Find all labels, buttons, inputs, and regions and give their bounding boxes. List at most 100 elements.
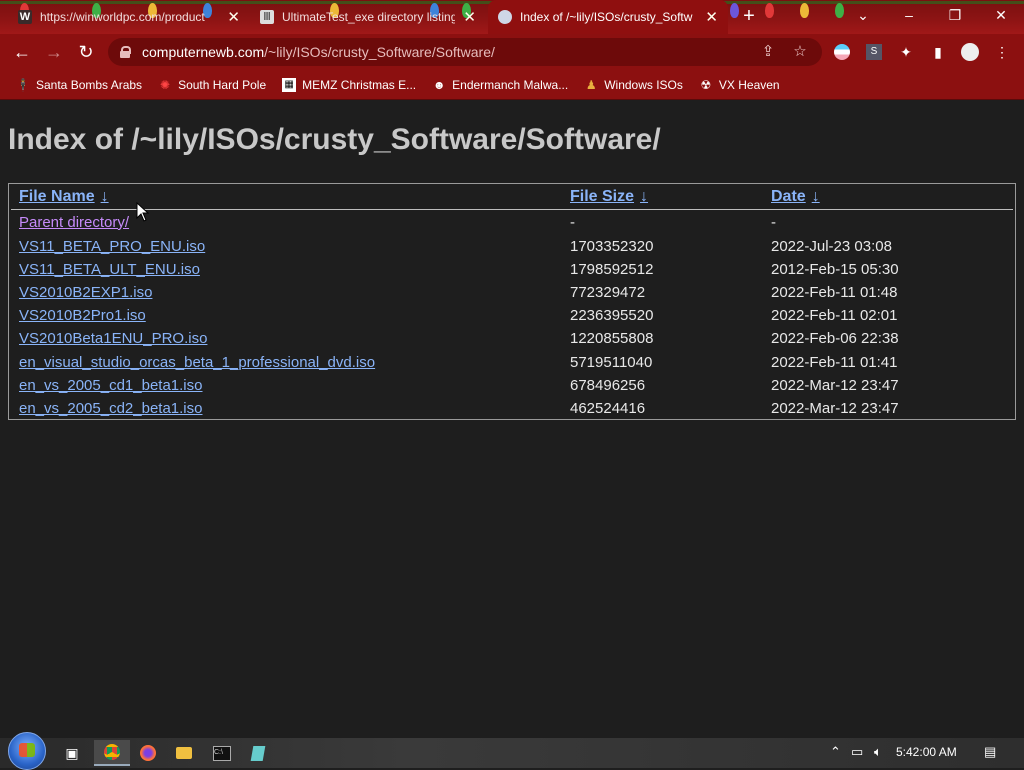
- santa-icon: 🕴: [15, 77, 31, 92]
- bookmark-label: Windows ISOs: [604, 77, 683, 92]
- start-orb-icon[interactable]: [8, 732, 46, 770]
- light-bulb: [730, 3, 739, 18]
- file-link[interactable]: en_vs_2005_cd2_beta1.iso: [19, 400, 203, 417]
- bookmark-star-icon[interactable]: ☆: [792, 44, 808, 60]
- page-content: Index of /~lily/ISOs/crusty_Software/Sof…: [0, 101, 1024, 738]
- file-explorer-icon[interactable]: [166, 740, 202, 766]
- address-bar[interactable]: computernewb.com/~lily/ISOs/crusty_Softw…: [108, 38, 822, 66]
- browser-toolbar: ← → ↻ computernewb.com/~lily/ISOs/crusty…: [0, 34, 1024, 70]
- file-link[interactable]: VS2010B2Pro1.iso: [19, 307, 146, 324]
- tab-index-of[interactable]: Index of /~lily/ISOs/crusty_Softw ✕: [488, 0, 728, 34]
- file-link[interactable]: en_vs_2005_cd1_beta1.iso: [19, 377, 203, 394]
- firefox-icon[interactable]: [130, 740, 166, 766]
- side-panel-icon[interactable]: ▮: [928, 42, 948, 62]
- show-hidden-icons-icon[interactable]: ⌃: [830, 744, 841, 760]
- close-tab-icon[interactable]: ✕: [705, 8, 718, 26]
- bookmark-memz-christmas[interactable]: ▦ MEMZ Christmas E...: [282, 77, 416, 92]
- terminal-icon[interactable]: C:\: [204, 740, 240, 766]
- bookmark-endermanch-malware[interactable]: ☻ Endermanch Malwa...: [432, 78, 568, 92]
- parent-directory-link[interactable]: Parent directory/: [19, 214, 129, 231]
- mouse-cursor-icon: [136, 202, 150, 222]
- close-tab-icon[interactable]: ✕: [463, 8, 476, 26]
- extension-s-icon[interactable]: S: [864, 42, 884, 62]
- table-row: VS2010B2EXP1.iso 772329472 2022-Feb-11 0…: [11, 281, 1013, 304]
- light-bulb: [765, 3, 774, 18]
- forward-arrow-icon[interactable]: →: [42, 40, 66, 64]
- file-name-cell: VS11_BETA_PRO_ENU.iso: [11, 235, 562, 258]
- date-cell: 2022-Mar-12 23:47: [771, 399, 899, 417]
- task-view-icon[interactable]: ▣: [54, 740, 90, 766]
- minimize-icon[interactable]: –: [886, 0, 932, 30]
- bookmark-vx-heaven[interactable]: ☢ VX Heaven: [699, 78, 780, 92]
- tab-title: https://winworldpc.com/product: [40, 10, 205, 24]
- tab-ultimatetest[interactable]: Ⅲ UltimateTest_exe directory listing ✕: [250, 0, 486, 34]
- bookmark-label: VX Heaven: [718, 77, 780, 92]
- bookmark-label: Endermanch Malwa...: [452, 77, 569, 92]
- vx-icon: ☢: [700, 77, 712, 92]
- clock[interactable]: 5:42:00 AM: [896, 745, 957, 759]
- snowflake-icon: ✺: [160, 77, 171, 92]
- file-size-cell: 1798592512: [570, 260, 654, 278]
- windows-taskbar: ▣ C:\ ⌃ ▭ 🔈︎ 5:42:00 AM ▤: [0, 732, 1024, 770]
- sort-by-size-link[interactable]: File Size: [570, 188, 634, 205]
- extensions-puzzle-icon[interactable]: ✦: [896, 42, 916, 62]
- sort-by-date-link[interactable]: Date: [771, 188, 806, 205]
- computernewb-icon: [498, 10, 512, 24]
- file-link[interactable]: VS11_BETA_PRO_ENU.iso: [19, 238, 205, 255]
- bookmark-south-hard-pole[interactable]: ✺ South Hard Pole: [158, 78, 266, 92]
- table-row: VS11_BETA_ULT_ENU.iso 1798592512 2012-Fe…: [11, 258, 1013, 281]
- menu-kebab-icon[interactable]: ⋮: [992, 42, 1012, 62]
- action-center-icon[interactable]: ▤: [984, 744, 996, 760]
- bookmark-label: Santa Bombs Arabs: [36, 77, 143, 92]
- date-cell: 2022-Mar-12 23:47: [771, 376, 899, 394]
- bookmark-label: South Hard Pole: [178, 77, 267, 92]
- file-link[interactable]: en_visual_studio_orcas_beta_1_profession…: [19, 354, 375, 371]
- directory-listing: File Name ↓ File Size ↓ Date ↓ Parent direc…: [8, 183, 1016, 420]
- raccoon-icon: ☻: [432, 77, 446, 92]
- date-cell: 2022-Feb-11 01:48: [771, 283, 898, 301]
- file-link[interactable]: VS2010B2EXP1.iso: [19, 284, 152, 301]
- date-cell: 2022-Feb-06 22:38: [771, 330, 899, 348]
- bookmark-windows-isos[interactable]: ♟ Windows ISOs: [584, 78, 683, 92]
- restore-icon[interactable]: ❐: [932, 0, 978, 30]
- notepad-icon[interactable]: [240, 740, 276, 766]
- lock-icon[interactable]: [120, 46, 131, 58]
- file-link[interactable]: VS11_BETA_ULT_ENU.iso: [19, 261, 200, 278]
- tab-search-icon[interactable]: ⌄: [840, 0, 886, 30]
- share-icon[interactable]: ⇪: [760, 44, 776, 60]
- file-size-cell: 5719511040: [570, 353, 653, 371]
- memz-icon: ▦: [282, 77, 297, 92]
- file-name-cell: en_vs_2005_cd2_beta1.iso: [11, 397, 562, 420]
- sort-arrow-icon[interactable]: ↓: [640, 188, 648, 205]
- date-cell: 2022-Feb-11 02:01: [771, 307, 898, 325]
- bookmarks-bar: 🕴 Santa Bombs Arabs ✺ South Hard Pole ▦ …: [0, 70, 1024, 100]
- tab-title: UltimateTest_exe directory listing: [282, 10, 456, 24]
- close-window-icon[interactable]: ✕: [978, 0, 1024, 30]
- column-header-date: Date ↓: [763, 186, 1013, 210]
- file-size-cell: 1703352320: [570, 237, 654, 255]
- tab-title: Index of /~lily/ISOs/crusty_Softw: [520, 10, 693, 24]
- column-header-file-name: File Name ↓: [11, 186, 562, 210]
- extension-flag-icon[interactable]: [832, 42, 852, 62]
- volume-icon[interactable]: 🔈︎: [874, 744, 882, 760]
- archive-columns-icon: Ⅲ: [260, 10, 274, 24]
- sort-by-name-link[interactable]: File Name: [19, 188, 95, 205]
- profile-avatar-icon[interactable]: [960, 42, 980, 62]
- sort-arrow-icon[interactable]: ↓: [812, 188, 820, 205]
- date-cell: 2012-Feb-15 05:30: [771, 260, 899, 278]
- file-link[interactable]: VS2010Beta1ENU_PRO.iso: [19, 330, 207, 347]
- new-tab-icon[interactable]: +: [739, 6, 759, 26]
- back-arrow-icon[interactable]: ←: [10, 40, 34, 64]
- close-tab-icon[interactable]: ✕: [227, 8, 240, 26]
- tab-winworld[interactable]: W https://winworldpc.com/product ✕: [8, 0, 250, 34]
- file-size-cell: 2236395520: [570, 307, 654, 325]
- page-title: Index of /~lily/ISOs/crusty_Software/Sof…: [8, 123, 661, 156]
- reload-icon[interactable]: ↻: [74, 40, 98, 64]
- url-host: computernewb.com: [142, 44, 265, 60]
- buddha-icon: ♟: [585, 77, 597, 92]
- bookmark-santa-bombs-arabs[interactable]: 🕴 Santa Bombs Arabs: [15, 77, 143, 92]
- network-icon[interactable]: ▭: [851, 744, 863, 760]
- sort-arrow-icon[interactable]: ↓: [101, 188, 109, 205]
- table-row: en_vs_2005_cd2_beta1.iso 462524416 2022-…: [11, 397, 1013, 420]
- chrome-icon[interactable]: [94, 740, 130, 766]
